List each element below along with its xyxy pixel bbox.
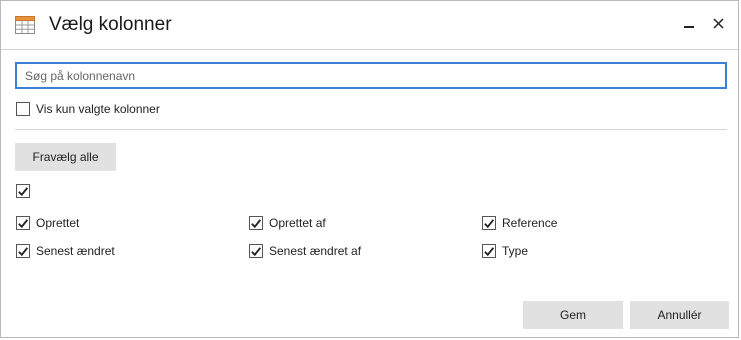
checkmark-icon: [482, 244, 496, 258]
column-checkbox-oprettet-af[interactable]: Oprettet af: [249, 216, 326, 230]
column-checkbox-senest-aendret-af[interactable]: Senest ændret af: [249, 244, 361, 258]
deselect-all-button[interactable]: Fravælg alle: [15, 143, 116, 171]
column-chooser-dialog: Vælg kolonner Vis kun valgte kolonner Fr…: [0, 0, 739, 338]
column-label: Oprettet af: [269, 216, 326, 230]
show-selected-only-checkbox[interactable]: Vis kun valgte kolonner: [16, 102, 160, 116]
divider: [15, 129, 727, 130]
minimize-icon: [683, 16, 695, 34]
column-checkbox-senest-aendret[interactable]: Senest ændret: [16, 244, 115, 258]
checkmark-icon: [16, 244, 30, 258]
checkmark-icon: [249, 216, 263, 230]
cancel-button[interactable]: Annullér: [630, 301, 729, 329]
title-bar: Vælg kolonner: [1, 1, 738, 50]
column-search-input[interactable]: [15, 62, 727, 89]
column-label: Senest ændret: [36, 244, 115, 258]
select-all-checkbox[interactable]: [16, 184, 30, 198]
column-label: Reference: [502, 216, 558, 230]
column-checkbox-type[interactable]: Type: [482, 244, 528, 258]
checkmark-icon: [249, 244, 263, 258]
column-label: Oprettet: [36, 216, 80, 230]
checkbox-unchecked: [16, 102, 30, 116]
table-grid-icon: [15, 16, 35, 34]
save-button[interactable]: Gem: [523, 301, 623, 329]
minimize-button[interactable]: [675, 11, 703, 39]
column-checkbox-reference[interactable]: Reference: [482, 216, 557, 230]
checkmark-icon: [16, 216, 30, 230]
column-label: Type: [502, 244, 529, 258]
show-selected-only-label: Vis kun valgte kolonner: [36, 102, 160, 116]
checkmark-icon: [482, 216, 496, 230]
close-icon: [712, 16, 724, 34]
checkmark-icon: [16, 184, 30, 198]
dialog-title: Vælg kolonner: [49, 14, 172, 35]
close-button[interactable]: [704, 11, 732, 39]
column-label: Senest ændret af: [269, 244, 362, 258]
column-checkbox-oprettet[interactable]: Oprettet: [16, 216, 79, 230]
